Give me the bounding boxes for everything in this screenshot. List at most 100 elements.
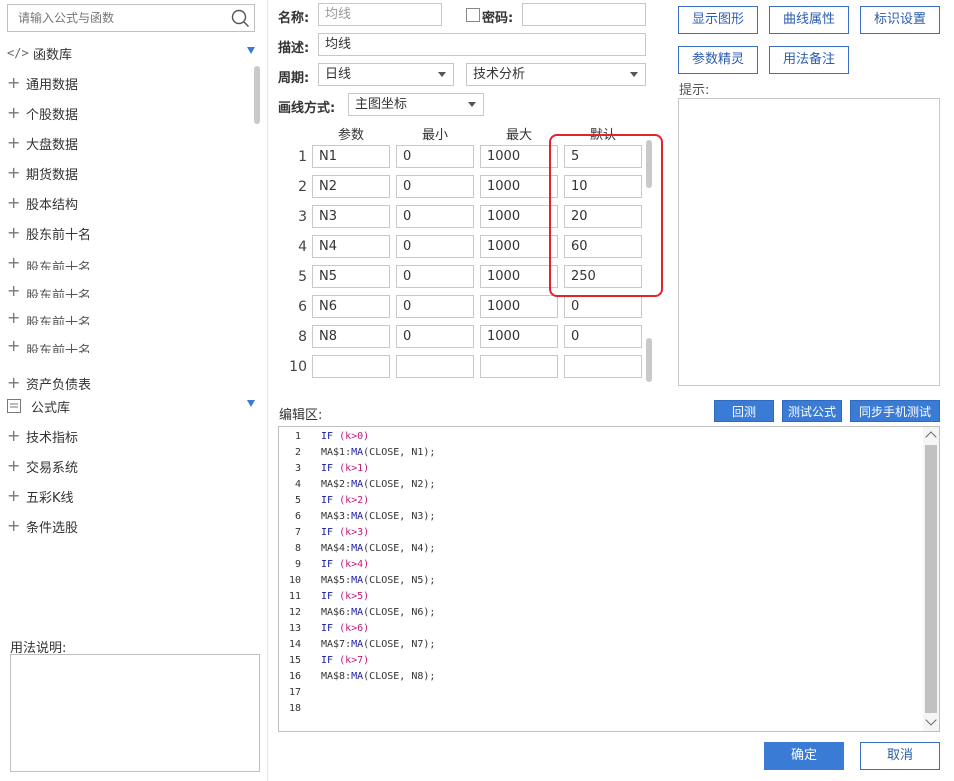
search-input[interactable] <box>8 5 228 31</box>
param-name-input[interactable]: N4 <box>312 235 390 258</box>
expand-plus-icon[interactable]: + <box>7 283 26 299</box>
param-min-input[interactable]: 0 <box>396 205 474 228</box>
tree-item[interactable]: + 交易系统 <box>7 454 78 478</box>
param-name-input[interactable]: N8 <box>312 325 390 348</box>
param-default-input[interactable]: 0 <box>564 325 642 348</box>
param-name-input[interactable]: N6 <box>312 295 390 318</box>
param-max-input[interactable]: 1000 <box>480 325 558 348</box>
param-max-input[interactable]: 1000 <box>480 265 558 288</box>
tree-item[interactable]: + 期货数据 <box>7 161 78 185</box>
expand-plus-icon[interactable]: + <box>7 488 26 504</box>
scroll-down-icon[interactable] <box>925 714 937 726</box>
tree-item[interactable]: + 五彩K线 <box>7 484 74 508</box>
param-max-input[interactable]: 1000 <box>480 175 558 198</box>
param-name-input[interactable]: N1 <box>312 145 390 168</box>
sync-mobile-button[interactable]: 同步手机测试 <box>850 400 940 422</box>
code-line[interactable]: 15 IF (k>7) <box>279 653 369 669</box>
collapse-arrow-icon[interactable] <box>247 400 255 407</box>
left-scrollbar[interactable] <box>254 66 260 124</box>
expand-plus-icon[interactable]: + <box>7 255 26 271</box>
expand-plus-icon[interactable]: + <box>7 225 26 241</box>
editor-scroll-thumb[interactable] <box>925 445 937 713</box>
formula-lib-header[interactable]: 公式库 <box>7 395 257 417</box>
tree-item[interactable]: + 条件选股 <box>7 514 78 538</box>
param-max-input[interactable]: 1000 <box>480 145 558 168</box>
code-editor[interactable]: 1 IF (k>0) 2 MA$1:MA(CLOSE, N1); 3 IF (k>1) 4 M… <box>278 426 940 732</box>
expand-plus-icon[interactable]: + <box>7 195 26 211</box>
code-line[interactable]: 18 <box>279 701 301 717</box>
expand-plus-icon[interactable]: + <box>7 105 26 121</box>
code-line[interactable]: 8 MA$4:MA(CLOSE, N4); <box>279 541 435 557</box>
param-name-input[interactable]: N3 <box>312 205 390 228</box>
param-min-input[interactable]: 0 <box>396 145 474 168</box>
code-line[interactable]: 14 MA$7:MA(CLOSE, N7); <box>279 637 435 653</box>
marker-settings-button[interactable]: 标识设置 <box>860 6 940 34</box>
scroll-up-icon[interactable] <box>925 431 937 443</box>
param-min-input[interactable]: 0 <box>396 325 474 348</box>
line-props-button[interactable]: 曲线属性 <box>769 6 849 34</box>
tree-item[interactable]: + 股东前十名 <box>7 334 91 358</box>
function-lib-header[interactable]: </> 函数库 <box>7 42 257 64</box>
param-min-input[interactable]: 0 <box>396 235 474 258</box>
code-line[interactable]: 13 IF (k>6) <box>279 621 369 637</box>
tree-item[interactable]: + 资产负债表 <box>7 371 91 395</box>
test-formula-button[interactable]: 测试公式 <box>782 400 842 422</box>
code-line[interactable]: 2 MA$1:MA(CLOSE, N1); <box>279 445 435 461</box>
param-name-input[interactable]: N5 <box>312 265 390 288</box>
expand-plus-icon[interactable]: + <box>7 458 26 474</box>
param-wizard-button[interactable]: 参数精灵 <box>678 46 758 74</box>
param-max-input[interactable] <box>480 355 558 378</box>
expand-plus-icon[interactable]: + <box>7 428 26 444</box>
tree-item[interactable]: + 通用数据 <box>7 71 78 95</box>
cancel-button[interactable]: 取消 <box>860 742 940 770</box>
param-default-input[interactable]: 0 <box>564 295 642 318</box>
usage-notes-button[interactable]: 用法备注 <box>769 46 849 74</box>
tree-item[interactable]: + 股东前十名 <box>7 251 91 275</box>
param-name-input[interactable]: N2 <box>312 175 390 198</box>
tree-item[interactable]: + 股东前十名 <box>7 279 91 303</box>
expand-plus-icon[interactable]: + <box>7 165 26 181</box>
param-default-input[interactable] <box>564 355 642 378</box>
tree-item[interactable]: + 股本结构 <box>7 191 78 215</box>
expand-plus-icon[interactable]: + <box>7 75 26 91</box>
code-line[interactable]: 3 IF (k>1) <box>279 461 369 477</box>
param-min-input[interactable]: 0 <box>396 265 474 288</box>
param-max-input[interactable]: 1000 <box>480 235 558 258</box>
code-line[interactable]: 10 MA$5:MA(CLOSE, N5); <box>279 573 435 589</box>
name-input[interactable]: 均线 <box>318 3 442 26</box>
tree-item[interactable]: + 个股数据 <box>7 101 78 125</box>
ok-button[interactable]: 确定 <box>764 742 844 770</box>
expand-plus-icon[interactable]: + <box>7 518 26 534</box>
param-min-input[interactable]: 0 <box>396 295 474 318</box>
code-line[interactable]: 1 IF (k>0) <box>279 429 369 445</box>
code-line[interactable]: 5 IF (k>2) <box>279 493 369 509</box>
search-icon[interactable] <box>230 8 250 28</box>
param-max-input[interactable]: 1000 <box>480 205 558 228</box>
code-line[interactable]: 16 MA$8:MA(CLOSE, N8); <box>279 669 435 685</box>
code-line[interactable]: 11 IF (k>5) <box>279 589 369 605</box>
period-select[interactable]: 日线 <box>318 63 454 86</box>
show-graph-button[interactable]: 显示图形 <box>678 6 758 34</box>
tree-item[interactable]: + 股东前十名 <box>7 306 91 330</box>
param-max-input[interactable]: 1000 <box>480 295 558 318</box>
code-line[interactable]: 12 MA$6:MA(CLOSE, N6); <box>279 605 435 621</box>
tree-item[interactable]: + 股东前十名 <box>7 221 91 245</box>
collapse-arrow-icon[interactable] <box>247 47 255 54</box>
code-line[interactable]: 6 MA$3:MA(CLOSE, N3); <box>279 509 435 525</box>
code-line[interactable]: 9 IF (k>4) <box>279 557 369 573</box>
backtest-button[interactable]: 回测 <box>714 400 774 422</box>
desc-input[interactable]: 均线 <box>318 33 646 56</box>
tree-item[interactable]: + 技术指标 <box>7 424 78 448</box>
param-min-input[interactable]: 0 <box>396 175 474 198</box>
params-scrollbar[interactable] <box>646 338 652 382</box>
param-min-input[interactable] <box>396 355 474 378</box>
draw-select[interactable]: 主图坐标 <box>348 93 484 116</box>
expand-plus-icon[interactable]: + <box>7 375 26 391</box>
expand-plus-icon[interactable]: + <box>7 310 26 326</box>
search-box[interactable] <box>7 4 255 32</box>
expand-plus-icon[interactable]: + <box>7 135 26 151</box>
tree-item[interactable]: + 大盘数据 <box>7 131 78 155</box>
code-line[interactable]: 7 IF (k>3) <box>279 525 369 541</box>
code-line[interactable]: 17 <box>279 685 301 701</box>
usage-textarea[interactable] <box>10 654 260 772</box>
